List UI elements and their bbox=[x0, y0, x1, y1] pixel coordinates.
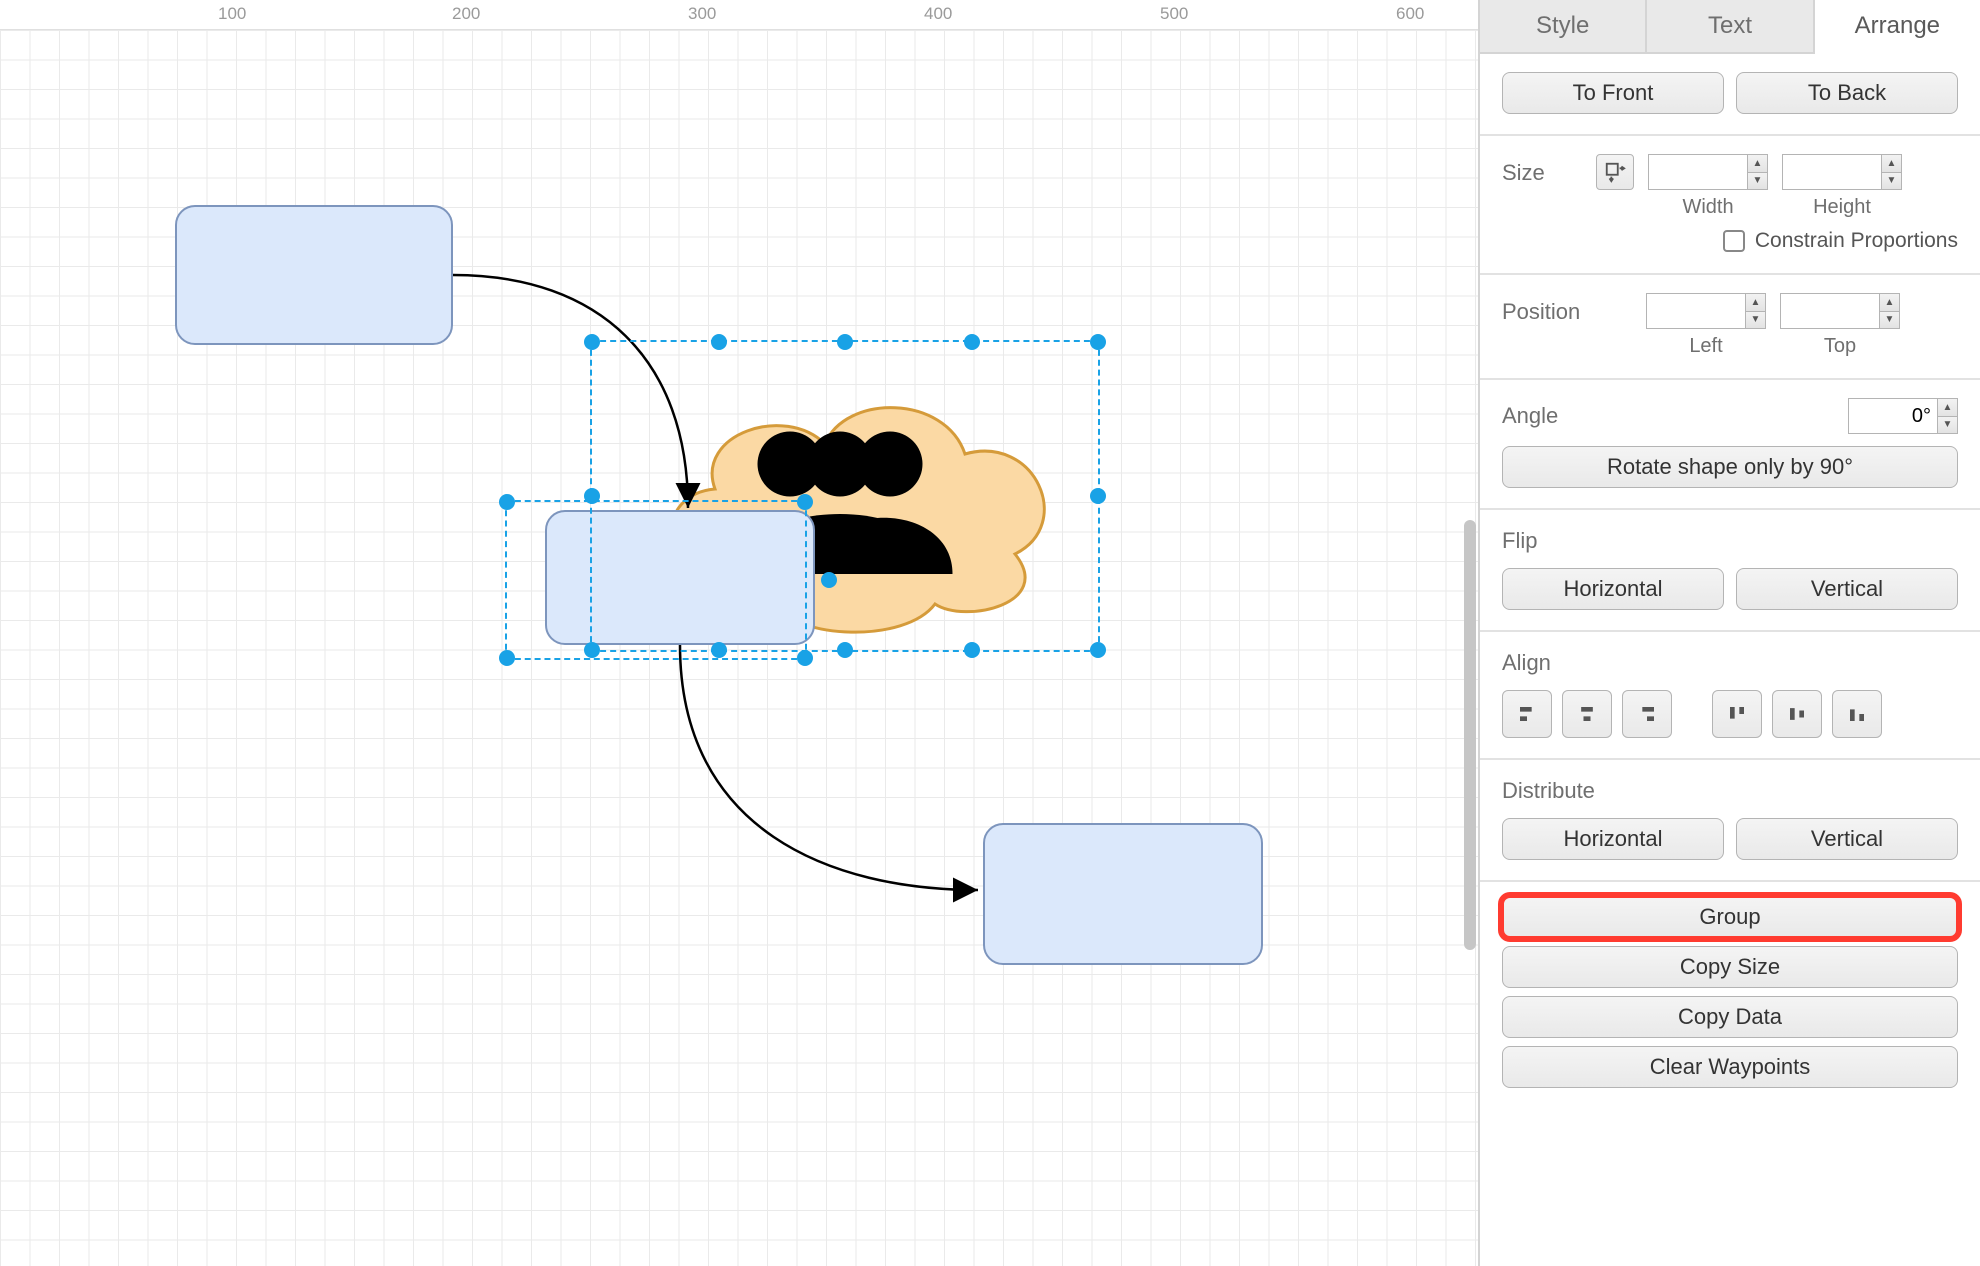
ruler-tick: 600 bbox=[1396, 4, 1424, 24]
spin-up-icon[interactable]: ▲ bbox=[1937, 399, 1957, 417]
position-label: Position bbox=[1502, 299, 1632, 325]
distribute-vertical-button[interactable]: Vertical bbox=[1736, 818, 1958, 860]
rounded-rect-shape[interactable] bbox=[175, 205, 453, 345]
resize-handle[interactable] bbox=[837, 642, 853, 658]
rotate-90-button[interactable]: Rotate shape only by 90° bbox=[1502, 446, 1958, 488]
constrain-checkbox[interactable] bbox=[1723, 230, 1745, 252]
actions-section: Group Copy Size Copy Data Clear Waypoint… bbox=[1480, 882, 1980, 1116]
width-caption: Width bbox=[1682, 196, 1733, 219]
vertical-scrollbar[interactable] bbox=[1464, 520, 1476, 950]
rounded-rect-shape[interactable] bbox=[983, 823, 1263, 965]
tab-text[interactable]: Text bbox=[1647, 0, 1814, 54]
spin-down-icon[interactable]: ▼ bbox=[1881, 173, 1901, 190]
spin-down-icon[interactable]: ▼ bbox=[1747, 173, 1767, 190]
selection-outline[interactable] bbox=[505, 500, 807, 660]
left-input[interactable]: ▲▼ bbox=[1646, 293, 1766, 329]
resize-handle[interactable] bbox=[797, 494, 813, 510]
resize-handle[interactable] bbox=[1090, 334, 1106, 350]
distribute-horizontal-button[interactable]: Horizontal bbox=[1502, 818, 1724, 860]
angle-label: Angle bbox=[1502, 403, 1558, 429]
left-caption: Left bbox=[1689, 335, 1722, 358]
format-panel: Style Text Arrange To Front To Back Size bbox=[1478, 0, 1980, 1266]
resize-handle[interactable] bbox=[1090, 642, 1106, 658]
spin-up-icon[interactable]: ▲ bbox=[1881, 155, 1901, 173]
align-bottom-icon[interactable] bbox=[1832, 690, 1882, 738]
ruler-tick: 500 bbox=[1160, 4, 1188, 24]
flip-vertical-button[interactable]: Vertical bbox=[1736, 568, 1958, 610]
spin-down-icon[interactable]: ▼ bbox=[1879, 312, 1899, 329]
autosize-icon[interactable] bbox=[1596, 154, 1634, 190]
resize-handle[interactable] bbox=[964, 642, 980, 658]
spin-down-icon[interactable]: ▼ bbox=[1937, 417, 1957, 434]
angle-section: Angle 0° ▲▼ Rotate shape only by 90° bbox=[1480, 380, 1980, 510]
ruler-horizontal: 100 200 300 400 500 600 bbox=[0, 0, 1478, 30]
tab-style[interactable]: Style bbox=[1480, 0, 1647, 54]
constrain-label: Constrain Proportions bbox=[1755, 229, 1958, 253]
align-middle-v-icon[interactable] bbox=[1772, 690, 1822, 738]
flip-horizontal-button[interactable]: Horizontal bbox=[1502, 568, 1724, 610]
resize-handle[interactable] bbox=[584, 334, 600, 350]
to-front-button[interactable]: To Front bbox=[1502, 72, 1724, 114]
align-right-icon[interactable] bbox=[1622, 690, 1672, 738]
align-center-h-icon[interactable] bbox=[1562, 690, 1612, 738]
diagram-canvas[interactable]: 100 200 300 400 500 600 bbox=[0, 0, 1478, 1266]
spin-down-icon[interactable]: ▼ bbox=[1745, 312, 1765, 329]
copy-data-button[interactable]: Copy Data bbox=[1502, 996, 1958, 1038]
copy-size-button[interactable]: Copy Size bbox=[1502, 946, 1958, 988]
angle-input[interactable]: 0° ▲▼ bbox=[1848, 398, 1958, 434]
panel-tabs: Style Text Arrange bbox=[1480, 0, 1980, 54]
size-label: Size bbox=[1502, 160, 1582, 186]
top-input[interactable]: ▲▼ bbox=[1780, 293, 1900, 329]
ruler-tick: 200 bbox=[452, 4, 480, 24]
resize-handle[interactable] bbox=[797, 650, 813, 666]
tab-arrange[interactable]: Arrange bbox=[1815, 0, 1980, 54]
spin-up-icon[interactable]: ▲ bbox=[1879, 294, 1899, 312]
flip-label: Flip bbox=[1502, 528, 1958, 554]
order-section: To Front To Back bbox=[1480, 54, 1980, 136]
align-left-icon[interactable] bbox=[1502, 690, 1552, 738]
distribute-label: Distribute bbox=[1502, 778, 1958, 804]
resize-handle[interactable] bbox=[711, 334, 727, 350]
align-label: Align bbox=[1502, 650, 1958, 676]
height-input[interactable]: ▲▼ bbox=[1782, 154, 1902, 190]
rotation-handle[interactable] bbox=[821, 572, 837, 588]
ruler-tick: 100 bbox=[218, 4, 246, 24]
width-input[interactable]: ▲▼ bbox=[1648, 154, 1768, 190]
height-caption: Height bbox=[1813, 196, 1871, 219]
distribute-section: Distribute Horizontal Vertical bbox=[1480, 760, 1980, 882]
resize-handle[interactable] bbox=[499, 494, 515, 510]
ruler-tick: 400 bbox=[924, 4, 952, 24]
group-button[interactable]: Group bbox=[1502, 896, 1958, 938]
align-section: Align bbox=[1480, 632, 1980, 760]
clear-waypoints-button[interactable]: Clear Waypoints bbox=[1502, 1046, 1958, 1088]
ruler-tick: 300 bbox=[688, 4, 716, 24]
resize-handle[interactable] bbox=[499, 650, 515, 666]
flip-section: Flip Horizontal Vertical bbox=[1480, 510, 1980, 632]
position-section: Position ▲▼ Left ▲▼ Top bbox=[1480, 275, 1980, 380]
align-top-icon[interactable] bbox=[1712, 690, 1762, 738]
spin-up-icon[interactable]: ▲ bbox=[1745, 294, 1765, 312]
spin-up-icon[interactable]: ▲ bbox=[1747, 155, 1767, 173]
resize-handle[interactable] bbox=[964, 334, 980, 350]
resize-handle[interactable] bbox=[837, 334, 853, 350]
resize-handle[interactable] bbox=[1090, 488, 1106, 504]
top-caption: Top bbox=[1824, 335, 1856, 358]
to-back-button[interactable]: To Back bbox=[1736, 72, 1958, 114]
size-section: Size ▲▼ Width ▲▼ Height bbox=[1480, 136, 1980, 275]
